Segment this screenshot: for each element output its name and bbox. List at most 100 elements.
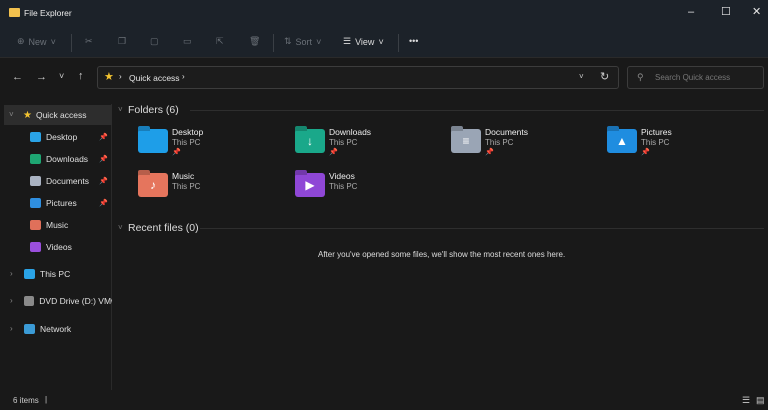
folder-downloads[interactable]: ↓ Downloads This PC 📌 — [295, 127, 445, 163]
refresh-icon[interactable]: ↻ — [600, 70, 609, 83]
pin-icon: 📌 — [329, 149, 338, 156]
videos-icon — [30, 242, 41, 252]
title-bar: File Explorer – ☐ ✕ — [0, 0, 768, 28]
star-icon: ★ — [104, 71, 114, 83]
folder-name: Music — [172, 171, 195, 181]
folder-location: This PC — [641, 138, 670, 147]
sidebar-label: Network — [40, 324, 72, 334]
folder-location: This PC — [172, 138, 201, 147]
desktop-glyph-icon — [138, 129, 168, 153]
monitor-icon — [24, 269, 35, 279]
star-icon: ★ — [23, 109, 32, 121]
chevron-down-icon: ˅ — [50, 36, 56, 47]
folder-name: Desktop — [172, 127, 204, 137]
chevron-down-icon: ˅ — [9, 110, 14, 119]
folder-music[interactable]: ♪ Music This PC — [138, 171, 288, 207]
recent-files-header[interactable]: Recent files (0) — [128, 222, 199, 234]
sidebar-item-downloads[interactable]: Downloads 📌 — [4, 149, 112, 169]
view-button[interactable]: ☰ View ˅ — [343, 36, 384, 47]
sidebar-item-documents[interactable]: Documents 📌 — [4, 171, 112, 191]
divider — [71, 34, 72, 52]
folders-header[interactable]: Folders (6) — [128, 104, 179, 116]
folder-name: Downloads — [329, 127, 372, 137]
chevron-down-icon[interactable]: ˅ — [118, 105, 123, 114]
folder-videos[interactable]: ▶ Videos This PC — [295, 171, 445, 207]
downloads-glyph-icon: ↓ — [307, 134, 313, 148]
address-dropdown-icon[interactable]: ˅ — [579, 72, 584, 81]
folder-documents[interactable]: ≡ Documents This PC 📌 — [451, 127, 601, 163]
pictures-icon — [30, 198, 41, 208]
empty-recent-message: After you've opened some files, we'll sh… — [318, 250, 566, 259]
folder-location: This PC — [172, 182, 201, 191]
sidebar-item-dvd-drive[interactable]: › DVD Drive (D:) VMw — [4, 291, 112, 311]
breadcrumb-quick-access[interactable]: Quick access — [129, 73, 180, 83]
minimize-button[interactable]: – — [688, 6, 694, 18]
sort-label: Sort — [295, 36, 313, 47]
divider — [398, 34, 399, 52]
sidebar-label: This PC — [40, 269, 71, 279]
rename-button[interactable]: ▭ — [183, 36, 192, 47]
sidebar-label: Music — [46, 220, 69, 230]
divider — [200, 228, 764, 229]
navigation-pane: ˅ ★ Quick access Desktop 📌 Downloads 📌 Docum… — [4, 104, 112, 390]
folder-desktop[interactable]: Desktop This PC 📌 — [138, 127, 288, 163]
sidebar-item-desktop[interactable]: Desktop 📌 — [4, 127, 112, 147]
folder-app-icon — [9, 8, 20, 17]
sidebar-label: Pictures — [46, 198, 77, 208]
network-icon — [24, 324, 35, 334]
sidebar-label: Desktop — [46, 132, 78, 142]
up-button[interactable]: ↑ — [78, 70, 84, 82]
breadcrumb-separator: › — [119, 72, 122, 81]
pin-icon: 📌 — [641, 149, 650, 156]
folder-name: Pictures — [641, 127, 672, 137]
paste-button[interactable]: ▢ — [150, 36, 159, 47]
item-count: 6 items — [13, 396, 39, 405]
sidebar-item-network[interactable]: › Network — [4, 319, 112, 339]
sidebar-label: Quick access — [35, 110, 87, 120]
music-icon — [30, 220, 41, 230]
chevron-right-icon: › — [10, 296, 13, 305]
cut-button[interactable]: ✂ — [85, 36, 93, 47]
tiles-view-button[interactable]: ▤ — [756, 395, 765, 406]
search-icon: ⚲ — [637, 72, 644, 82]
chevron-down-icon: ˅ — [378, 36, 384, 47]
sidebar-item-quick-access[interactable]: ˅ ★ Quick access — [4, 105, 112, 125]
search-input[interactable]: ⚲ Search Quick access — [627, 66, 764, 89]
sidebar-item-videos[interactable]: Videos — [4, 237, 112, 257]
address-bar[interactable]: ★ › Quick access › ˅ ↻ — [97, 66, 619, 89]
share-button[interactable]: ⇱ — [216, 36, 224, 47]
sidebar-item-pictures[interactable]: Pictures 📌 — [4, 193, 112, 213]
details-view-button[interactable]: ☰ — [742, 395, 750, 406]
new-button[interactable]: ⊕ New ˅ — [17, 36, 56, 47]
more-icon: ••• — [409, 36, 419, 46]
pin-icon: 📌 — [99, 200, 108, 207]
delete-button[interactable]: 🗑 — [249, 36, 260, 47]
folder-location: This PC — [329, 138, 358, 147]
pin-icon: 📌 — [99, 178, 108, 185]
pin-icon: 📌 — [99, 134, 108, 141]
rename-icon: ▭ — [183, 36, 192, 46]
sidebar-item-music[interactable]: Music — [4, 215, 112, 235]
folder-location: This PC — [485, 138, 514, 147]
folder-name: Videos — [329, 171, 355, 181]
downloads-icon — [30, 154, 41, 164]
chevron-down-icon[interactable]: ˅ — [118, 223, 123, 232]
back-button[interactable]: ← — [12, 71, 23, 83]
chevron-right-icon: › — [10, 269, 13, 278]
maximize-button[interactable]: ☐ — [721, 5, 731, 18]
sort-button[interactable]: ⇅ Sort ˅ — [284, 36, 321, 47]
forward-button[interactable]: → — [36, 71, 47, 83]
status-bar: 6 items | ☰ ▤ — [0, 392, 768, 410]
sidebar-label: Videos — [46, 242, 72, 252]
dvd-drive-icon — [24, 296, 35, 306]
sidebar-label: DVD Drive (D:) VMw — [39, 296, 112, 306]
documents-icon — [30, 176, 41, 186]
copy-button[interactable]: ❐ — [118, 36, 126, 47]
close-button[interactable]: ✕ — [752, 5, 761, 18]
pin-icon: 📌 — [172, 149, 181, 156]
sidebar-item-this-pc[interactable]: › This PC — [4, 264, 112, 284]
more-options-button[interactable]: ••• — [409, 36, 418, 46]
desktop-icon — [30, 132, 41, 142]
folder-pictures[interactable]: ▲ Pictures This PC 📌 — [607, 127, 757, 163]
recent-locations-button[interactable]: ˅ — [59, 71, 64, 81]
